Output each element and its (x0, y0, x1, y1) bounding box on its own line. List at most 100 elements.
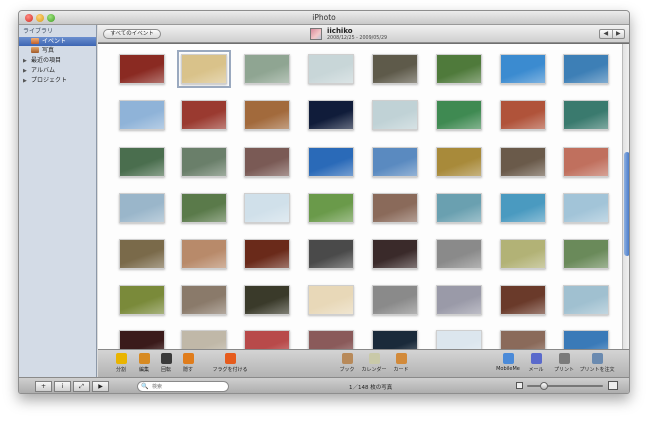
hide-x-tool-button[interactable]: 隠す (168, 352, 208, 376)
photo-thumbnail[interactable] (308, 330, 354, 349)
photo-thumbnail[interactable] (436, 193, 482, 223)
tool-label: カード (393, 367, 409, 373)
photo-thumbnail[interactable] (308, 147, 354, 177)
calendar-icon (368, 353, 380, 364)
photo-thumbnail[interactable] (372, 147, 418, 177)
photo-thumbnail[interactable] (372, 100, 418, 130)
previous-event-button[interactable]: ◀ (600, 30, 613, 38)
window-title: iPhoto (312, 13, 336, 22)
photo-thumbnail[interactable] (244, 330, 290, 349)
photo-thumbnail[interactable] (308, 285, 354, 315)
search-field[interactable]: 🔍 (137, 381, 229, 392)
sidebar-group-label: プロジェクト (31, 77, 68, 84)
photo-thumbnail[interactable] (500, 239, 546, 269)
event-key-photo (310, 28, 322, 40)
photo-thumbnail[interactable] (244, 193, 290, 223)
sidebar-group-recent[interactable]: ▶ 最近の項目 (19, 56, 96, 65)
photo-thumbnail[interactable] (308, 54, 354, 84)
search-input[interactable] (152, 382, 226, 391)
photo-thumbnail[interactable] (563, 193, 609, 223)
photo-thumbnail[interactable] (119, 54, 165, 84)
sidebar-group-albums[interactable]: ▶ アルバム (19, 66, 96, 75)
photo-thumbnail[interactable] (308, 239, 354, 269)
tool-label: 隠す (182, 367, 193, 373)
fullscreen-button[interactable]: ⤢ (73, 381, 90, 392)
zoom-small-icon (516, 382, 523, 389)
scrollbar-thumb[interactable] (624, 152, 629, 256)
photo-thumbnail[interactable] (181, 239, 227, 269)
photo-thumbnail[interactable] (372, 239, 418, 269)
print-icon (558, 353, 570, 364)
next-event-button[interactable]: ▶ (613, 30, 625, 38)
photo-thumbnail[interactable] (181, 147, 227, 177)
sidebar-item-label: イベント (42, 38, 67, 45)
photo-thumbnail[interactable] (119, 285, 165, 315)
zoom-slider-knob[interactable] (539, 382, 548, 390)
photo-thumbnail[interactable] (563, 54, 609, 84)
title-bar: iPhoto (19, 11, 629, 25)
hide-x-icon (182, 353, 194, 364)
info-button[interactable]: i (54, 381, 71, 392)
photo-thumbnail[interactable] (500, 54, 546, 84)
sidebar-item-events[interactable]: イベント (19, 37, 96, 46)
photo-thumbnail[interactable] (119, 100, 165, 130)
photo-thumbnail[interactable] (436, 285, 482, 315)
photo-thumbnail[interactable] (372, 54, 418, 84)
photo-thumbnail[interactable] (119, 147, 165, 177)
photo-thumbnail[interactable] (372, 193, 418, 223)
status-bar: + i ⤢ ▶ 🔍 1／148 枚の写真 (19, 377, 629, 393)
photo-thumbnail[interactable] (119, 239, 165, 269)
photo-thumbnail[interactable] (563, 239, 609, 269)
photo-thumbnail[interactable] (244, 100, 290, 130)
photo-thumbnail[interactable] (244, 54, 290, 84)
photo-thumbnail[interactable] (436, 54, 482, 84)
photo-thumbnail[interactable] (563, 100, 609, 130)
flag-tool-button[interactable]: フラグを付ける (210, 352, 250, 376)
sidebar-group-projects[interactable]: ▶ プロジェクト (19, 76, 96, 85)
photo-thumbnail[interactable] (436, 330, 482, 349)
photo-thumbnail[interactable] (119, 330, 165, 349)
photo-thumbnail[interactable] (563, 285, 609, 315)
photo-thumbnail[interactable] (372, 285, 418, 315)
sidebar-item-photos[interactable]: 写真 (19, 46, 96, 55)
photo-thumbnail[interactable] (119, 193, 165, 223)
photo-thumbnail[interactable] (177, 50, 231, 88)
photo-thumbnail[interactable] (436, 100, 482, 130)
card-tool-button[interactable]: カード (381, 352, 421, 376)
photo-thumbnail[interactable] (308, 193, 354, 223)
photo-thumbnail[interactable] (181, 285, 227, 315)
photo-thumbnail[interactable] (181, 100, 227, 130)
disclosure-triangle-icon[interactable]: ▶ (23, 77, 31, 86)
sidebar-group-label: 最近の項目 (31, 57, 62, 64)
photo-thumbnail[interactable] (181, 330, 227, 349)
photo-thumbnail[interactable] (372, 330, 418, 349)
disclosure-triangle-icon[interactable]: ▶ (23, 57, 31, 66)
all-events-button[interactable]: すべてのイベント (103, 29, 161, 39)
zoom-slider-track[interactable] (527, 385, 603, 387)
photo-thumbnail[interactable] (563, 147, 609, 177)
vertical-scrollbar[interactable] (622, 44, 629, 349)
photo-thumbnail[interactable] (244, 239, 290, 269)
zoom-large-icon (608, 381, 618, 390)
disclosure-triangle-icon[interactable]: ▶ (23, 67, 31, 76)
book-icon (341, 353, 353, 364)
photo-thumbnail[interactable] (500, 147, 546, 177)
tool-label: プリントを注文 (579, 367, 615, 373)
photo-thumbnail[interactable] (436, 239, 482, 269)
photo-thumbnail[interactable] (436, 147, 482, 177)
slideshow-play-button[interactable]: ▶ (92, 381, 109, 392)
photo-thumbnail[interactable] (181, 193, 227, 223)
order-prints-tool-button[interactable]: プリントを注文 (577, 352, 617, 376)
photo-thumbnail[interactable] (308, 100, 354, 130)
photo-thumbnail[interactable] (500, 193, 546, 223)
photo-thumbnail[interactable] (500, 330, 546, 349)
add-button[interactable]: + (35, 381, 52, 392)
photo-thumbnail[interactable] (244, 147, 290, 177)
photo-thumbnail[interactable] (500, 100, 546, 130)
order-prints-icon (591, 353, 603, 364)
photo-thumbnail[interactable] (244, 285, 290, 315)
search-icon[interactable]: 🔍 (141, 383, 148, 390)
photo-thumbnail[interactable] (500, 285, 546, 315)
photo-thumbnail[interactable] (563, 330, 609, 349)
sidebar: ライブラリ イベント 写真 ▶ 最近の項目 ▶ アルバム ▶ プロジェクト (19, 25, 97, 377)
